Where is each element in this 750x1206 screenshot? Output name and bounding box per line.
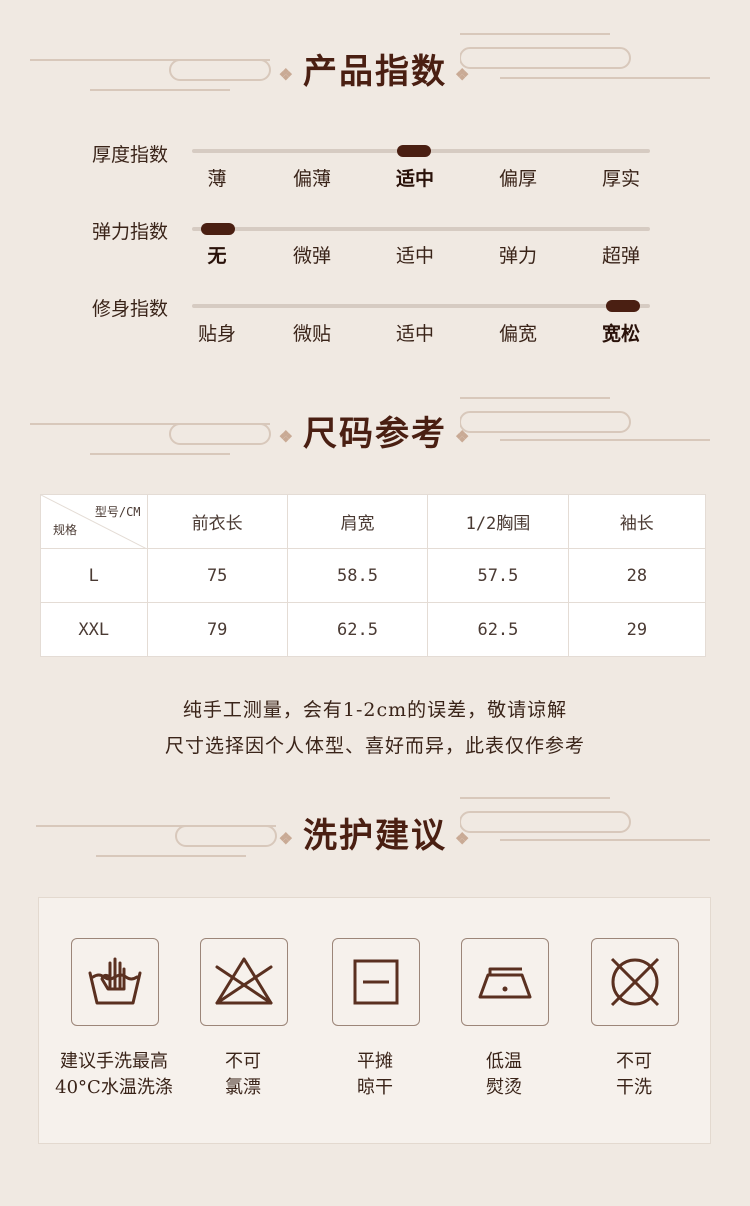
table-cell: 57.5 xyxy=(427,548,569,603)
care-text-low-iron: 低温 熨烫 xyxy=(429,1049,579,1101)
table-header: 1/2胸围 xyxy=(427,494,569,549)
care-text-line: 不可 xyxy=(225,1051,261,1072)
low-iron-icon xyxy=(461,938,549,1026)
measurement-note: 纯手工测量，会有1-2cm的误差，敬请谅解 xyxy=(182,699,568,721)
section-title-text: 尺码参考 xyxy=(303,414,447,454)
care-text-line: 晾干 xyxy=(357,1077,393,1098)
care-text-line: 不可 xyxy=(616,1051,652,1072)
care-text-line: 低温 xyxy=(486,1051,522,1072)
flat-dry-icon xyxy=(332,938,420,1026)
index-label: 弹力指数 xyxy=(92,221,169,243)
care-text-no-dry-clean: 不可 干洗 xyxy=(559,1049,709,1101)
care-text-line: 平摊 xyxy=(357,1051,393,1072)
index-knob xyxy=(397,145,431,157)
table-cell: 28 xyxy=(567,548,707,603)
table-cell: 75 xyxy=(146,548,288,603)
table-cell: 62.5 xyxy=(427,602,569,657)
no-dry-clean-icon xyxy=(591,938,679,1026)
section-title-size: ❖ 尺码参考 ❖ xyxy=(0,406,750,455)
care-instructions-panel: 建议手洗最高 40°C水温洗涤 不可 氯漂 平摊 晾干 低温 熨烫 不可 干洗 xyxy=(38,897,711,1144)
index-option: 微贴 xyxy=(292,323,331,345)
table-header: 肩宽 xyxy=(286,494,429,549)
care-text-hand-wash: 建议手洗最高 40°C水温洗涤 xyxy=(39,1049,189,1101)
section-title-product-index: ❖ 产品指数 ❖ xyxy=(0,44,750,93)
index-option: 偏薄 xyxy=(292,168,331,190)
table-header: 袖长 xyxy=(567,494,707,549)
table-cell-size: L xyxy=(40,548,148,603)
table-header-row: 型号/CM 规格 前衣长 肩宽 1/2胸围 袖长 xyxy=(40,494,707,549)
index-option: 贴身 xyxy=(197,323,236,345)
size-table: 型号/CM 规格 前衣长 肩宽 1/2胸围 袖长 L 75 58.5 57.5 … xyxy=(40,494,707,657)
diamond-icon: ❖ xyxy=(278,426,295,446)
table-header: 前衣长 xyxy=(146,494,288,549)
diamond-icon: ❖ xyxy=(455,64,472,84)
index-option: 弹力 xyxy=(498,245,537,267)
index-option: 偏宽 xyxy=(498,323,537,345)
index-knob xyxy=(606,300,640,312)
diamond-icon: ❖ xyxy=(455,426,472,446)
diamond-icon: ❖ xyxy=(455,828,472,848)
table-cell: 58.5 xyxy=(286,548,429,603)
corner-label-bottom: 规格 xyxy=(53,523,78,537)
care-text-line: 氯漂 xyxy=(225,1077,261,1098)
index-label: 修身指数 xyxy=(92,298,169,320)
index-knob xyxy=(201,223,235,235)
table-row: L 75 58.5 57.5 28 xyxy=(40,548,707,603)
reference-note: 尺寸选择因个人体型、喜好而异，此表仅作参考 xyxy=(164,735,585,757)
index-option: 偏厚 xyxy=(498,168,537,190)
index-track xyxy=(192,227,650,231)
corner-label-top: 型号/CM xyxy=(94,505,141,519)
table-cell: 62.5 xyxy=(286,602,429,657)
index-label: 厚度指数 xyxy=(92,144,169,166)
index-option: 超弹 xyxy=(601,245,640,267)
no-bleach-icon xyxy=(200,938,288,1026)
care-text-line: 干洗 xyxy=(616,1077,652,1098)
care-text-line: 熨烫 xyxy=(486,1077,522,1098)
index-option: 适中 xyxy=(395,323,434,345)
index-option: 适中 xyxy=(395,245,434,267)
table-cell: 79 xyxy=(146,602,288,657)
table-corner-cell: 型号/CM 规格 xyxy=(40,494,148,549)
care-text-no-bleach: 不可 氯漂 xyxy=(168,1049,318,1101)
index-option-selected: 宽松 xyxy=(601,323,640,345)
section-title-text: 产品指数 xyxy=(303,52,447,92)
table-row: XXL 79 62.5 62.5 29 xyxy=(40,602,707,657)
index-option-selected: 无 xyxy=(207,245,227,267)
care-text-line: 40°C水温洗涤 xyxy=(55,1077,173,1098)
index-option: 微弹 xyxy=(292,245,331,267)
diamond-icon: ❖ xyxy=(278,64,295,84)
index-option: 薄 xyxy=(207,168,227,190)
hand-wash-icon xyxy=(71,938,159,1026)
table-cell-size: XXL xyxy=(40,602,148,657)
index-track xyxy=(192,304,650,308)
section-title-care: ❖ 洗护建议 ❖ xyxy=(0,808,750,857)
index-option: 厚实 xyxy=(601,168,640,190)
index-option-selected: 适中 xyxy=(395,168,434,190)
table-cell: 29 xyxy=(567,602,707,657)
care-text-flat-dry: 平摊 晾干 xyxy=(300,1049,450,1101)
diamond-icon: ❖ xyxy=(278,828,295,848)
section-title-text: 洗护建议 xyxy=(303,816,447,856)
care-text-line: 建议手洗最高 xyxy=(60,1051,168,1072)
